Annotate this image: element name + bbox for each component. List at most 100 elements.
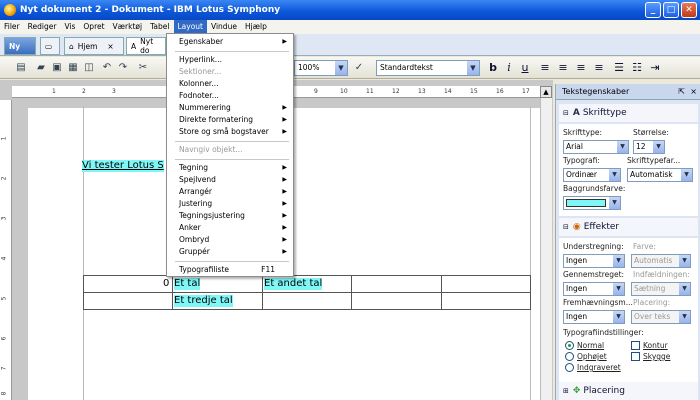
chevron-down-icon: ▼ bbox=[617, 141, 628, 153]
zoom-select[interactable]: 100% ▼ bbox=[294, 60, 348, 76]
font-select[interactable]: Arial ▼ bbox=[563, 140, 629, 154]
menu-vindue[interactable]: Vindue bbox=[207, 20, 241, 34]
strikethrough-select[interactable]: Ingen ▼ bbox=[563, 282, 625, 296]
size-value: 12 bbox=[636, 142, 646, 151]
panel-options-icon[interactable]: ⇱ bbox=[678, 87, 685, 96]
print-icon[interactable]: ▦ bbox=[66, 61, 80, 75]
menu-item-store-og-smaa[interactable]: Store og små bogstaver ▶ bbox=[167, 126, 293, 138]
page-icon: ▭ bbox=[45, 41, 53, 51]
layout-dropdown-menu: Egenskaber ▶ Hyperlink... Sektioner... Ko… bbox=[166, 33, 294, 277]
redo-icon[interactable]: ↷ bbox=[116, 61, 130, 75]
underline-select[interactable]: Ingen ▼ bbox=[563, 254, 625, 268]
table-cell[interactable] bbox=[83, 275, 173, 293]
normal-radio[interactable] bbox=[565, 341, 574, 350]
effects-section-header[interactable]: ⊟ ◉ Effekter bbox=[559, 218, 698, 236]
align-left-icon[interactable]: ≡ bbox=[538, 61, 552, 75]
menu-item-direkte-formatering[interactable]: Direkte formatering ▶ bbox=[167, 114, 293, 126]
indent-icon[interactable]: ⇥ bbox=[648, 61, 662, 75]
bold-button[interactable]: b bbox=[486, 61, 500, 75]
color-label: Farve: bbox=[633, 242, 656, 251]
menu-item-label: Ombryd bbox=[179, 235, 210, 244]
table-cell[interactable] bbox=[351, 292, 442, 310]
indent-value: Sætning bbox=[634, 284, 666, 293]
menu-item-arranger[interactable]: Arrangér ▶ bbox=[167, 186, 293, 198]
new-button[interactable]: Ny bbox=[4, 37, 36, 55]
menu-hjaelp[interactable]: Hjælp bbox=[241, 20, 271, 34]
font-color-select[interactable]: Automatisk ▼ bbox=[627, 168, 693, 182]
underline-label: Understregning: bbox=[563, 242, 624, 251]
tab-bar: Ny ▭ ⌂ Hjem × A Nyt do bbox=[0, 34, 700, 56]
scroll-up-button[interactable]: ▲ bbox=[540, 86, 552, 98]
emphasis-select[interactable]: Ingen ▼ bbox=[563, 310, 625, 324]
table-cell[interactable] bbox=[262, 292, 352, 310]
open-icon[interactable]: ▰ bbox=[34, 61, 48, 75]
menu-item-typografiliste[interactable]: Typografiliste F11 bbox=[167, 264, 293, 276]
maximize-button[interactable]: □ bbox=[663, 2, 679, 18]
menu-vaerktoj[interactable]: Værktøj bbox=[109, 20, 147, 34]
color-value: Automatis bbox=[634, 256, 673, 265]
close-button[interactable]: ✕ bbox=[681, 2, 697, 18]
menu-filer[interactable]: Filer bbox=[0, 20, 24, 34]
vertical-scrollbar[interactable] bbox=[540, 98, 552, 400]
raised-radio[interactable] bbox=[565, 352, 574, 361]
save-icon[interactable]: ▣ bbox=[50, 61, 64, 75]
menu-vis[interactable]: Vis bbox=[60, 20, 79, 34]
menu-tabel[interactable]: Tabel bbox=[146, 20, 173, 34]
style-select[interactable]: Standardtekst ▼ bbox=[376, 60, 480, 76]
menu-item-justering[interactable]: Justering ▶ bbox=[167, 198, 293, 210]
bullets-icon[interactable]: ☰ bbox=[612, 61, 626, 75]
justify-icon[interactable]: ≡ bbox=[592, 61, 606, 75]
menu-item-anker[interactable]: Anker ▶ bbox=[167, 222, 293, 234]
underline-button[interactable]: u bbox=[518, 61, 532, 75]
shadow-checkbox[interactable] bbox=[631, 352, 640, 361]
tab-document[interactable]: A Nyt do bbox=[126, 37, 166, 55]
chevron-right-icon: ▶ bbox=[282, 128, 287, 135]
spellcheck-icon[interactable]: ✓ bbox=[352, 61, 366, 75]
tab-layout-icon[interactable]: ▭ bbox=[40, 37, 60, 55]
menu-item-egenskaber[interactable]: Egenskaber ▶ bbox=[167, 36, 293, 48]
ruler-tick: 2 bbox=[82, 88, 86, 95]
typography-select[interactable]: Ordinær ▼ bbox=[563, 168, 621, 182]
size-select[interactable]: 12 ▼ bbox=[633, 140, 665, 154]
background-color-select[interactable]: ▼ bbox=[563, 196, 621, 210]
cut-icon[interactable]: ✂ bbox=[136, 61, 150, 75]
menu-item-hyperlink[interactable]: Hyperlink... bbox=[167, 54, 293, 66]
outline-checkbox[interactable] bbox=[631, 341, 640, 350]
menu-layout[interactable]: Layout bbox=[173, 20, 207, 34]
menu-opret[interactable]: Opret bbox=[79, 20, 108, 34]
menu-item-ombryd[interactable]: Ombryd ▶ bbox=[167, 234, 293, 246]
tab-home[interactable]: ⌂ Hjem × bbox=[64, 37, 124, 55]
menu-item-grupper[interactable]: Gruppér ▶ bbox=[167, 246, 293, 258]
table-cell[interactable] bbox=[441, 292, 531, 310]
italic-button[interactable]: i bbox=[502, 61, 516, 75]
font-a-icon: A bbox=[572, 108, 580, 118]
menu-item-nummerering[interactable]: Nummerering ▶ bbox=[167, 102, 293, 114]
menu-rediger[interactable]: Rediger bbox=[24, 20, 61, 34]
menu-item-kolonner[interactable]: Kolonner... bbox=[167, 78, 293, 90]
align-center-icon[interactable]: ≡ bbox=[556, 61, 570, 75]
preview-icon[interactable]: ◫ bbox=[82, 61, 96, 75]
chevron-right-icon: ▶ bbox=[282, 104, 287, 111]
placement-section-header[interactable]: ⊞ ✥ Placering bbox=[559, 382, 698, 400]
table-cell[interactable] bbox=[441, 275, 531, 293]
align-right-icon[interactable]: ≡ bbox=[574, 61, 588, 75]
menu-item-spejlvend[interactable]: Spejlvend ▶ bbox=[167, 174, 293, 186]
menu-item-label: Sektioner... bbox=[179, 67, 222, 76]
shadow-label: Skygge bbox=[643, 352, 671, 361]
undo-icon[interactable]: ↶ bbox=[100, 61, 114, 75]
tab-close-icon[interactable]: × bbox=[107, 42, 113, 51]
tab-home-label: Hjem bbox=[77, 41, 98, 51]
menu-item-fodnoter[interactable]: Fodnoter... bbox=[167, 90, 293, 102]
engraved-radio[interactable] bbox=[565, 363, 574, 372]
menu-item-tegning[interactable]: Tegning ▶ bbox=[167, 162, 293, 174]
table-cell[interactable] bbox=[351, 275, 442, 293]
document-text-line[interactable]: Vi tester Lotus S bbox=[82, 160, 164, 172]
table-cell[interactable] bbox=[83, 292, 173, 310]
font-section-header[interactable]: ⊟ A Skrifttype bbox=[559, 104, 698, 122]
panel-close-icon[interactable]: × bbox=[690, 87, 697, 96]
numbering-icon[interactable]: ☷ bbox=[630, 61, 644, 75]
chevron-down-icon: ▼ bbox=[467, 61, 479, 75]
minimize-button[interactable]: _ bbox=[645, 2, 661, 18]
new-doc-icon[interactable]: ▤ bbox=[14, 61, 28, 75]
menu-item-tegningsjustering[interactable]: Tegningsjustering ▶ bbox=[167, 210, 293, 222]
